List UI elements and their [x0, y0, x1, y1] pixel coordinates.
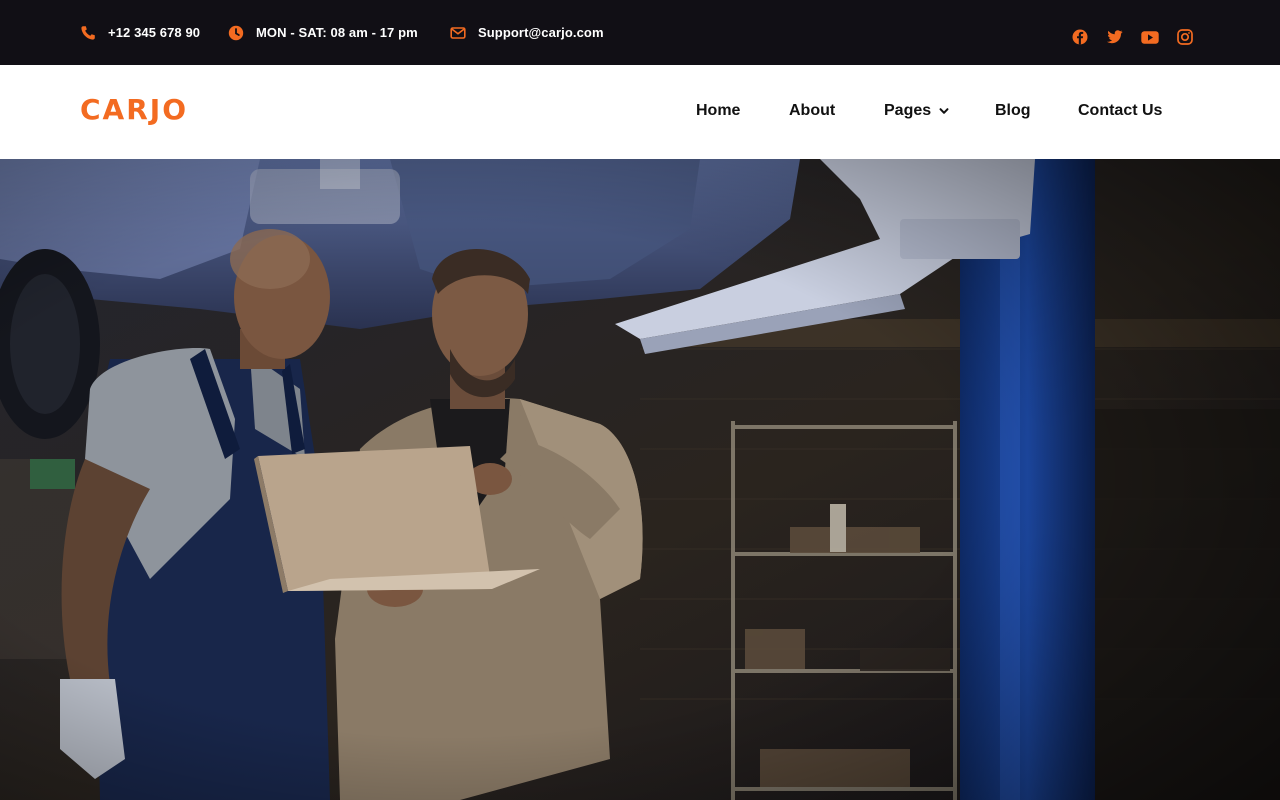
instagram-icon[interactable] — [1176, 28, 1194, 46]
nav-about-label: About — [789, 102, 836, 119]
nav-about[interactable]: About — [789, 102, 835, 120]
nav-blog[interactable]: Blog — [995, 102, 1031, 120]
site-logo[interactable]: CARJO — [80, 93, 188, 126]
envelope-icon — [450, 25, 466, 41]
nav-home-label: Home — [696, 102, 741, 119]
nav-pages[interactable]: Pages — [884, 102, 949, 120]
clock-icon — [228, 25, 244, 41]
chevron-down-icon — [939, 106, 949, 116]
main-header: CARJO Home About Pages Blog Contact Us — [0, 65, 1280, 159]
email-text: Support@carjo.com — [478, 25, 604, 40]
twitter-icon[interactable] — [1106, 28, 1124, 46]
nav-home[interactable]: Home — [696, 102, 740, 120]
phone-text: +12 345 678 90 — [108, 25, 201, 40]
facebook-icon[interactable] — [1071, 28, 1089, 46]
phone-icon — [80, 25, 96, 41]
nav-contact-label: Contact Us — [1078, 102, 1163, 119]
youtube-icon[interactable] — [1141, 28, 1159, 46]
nav-contact[interactable]: Contact Us — [1078, 102, 1162, 120]
nav-pages-label: Pages — [884, 102, 932, 119]
business-hours: MON - SAT: 08 am - 17 pm — [228, 0, 418, 65]
hero-illustration — [0, 159, 1280, 800]
hours-text: MON - SAT: 08 am - 17 pm — [256, 25, 418, 40]
nav-blog-label: Blog — [995, 102, 1031, 119]
hero-image — [0, 159, 1280, 800]
contact-phone[interactable]: +12 345 678 90 — [80, 0, 200, 65]
contact-email[interactable]: Support@carjo.com — [450, 0, 604, 65]
top-bar: +12 345 678 90 MON - SAT: 08 am - 17 pm … — [0, 0, 1280, 65]
